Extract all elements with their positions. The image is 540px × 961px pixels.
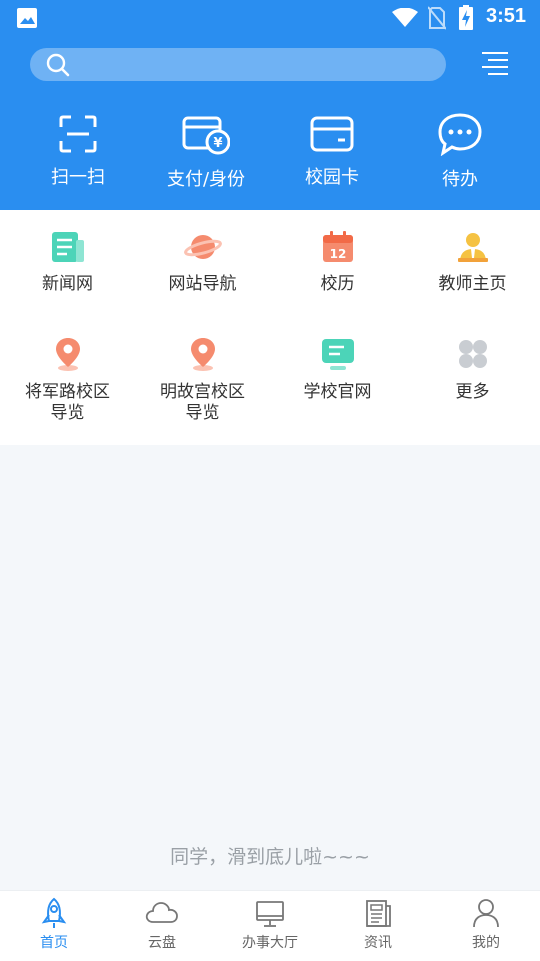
search-bar[interactable] [30,48,446,81]
grid-item-label: 教师主页 [438,274,507,294]
grid-item-minggugong-tour[interactable]: 明故宫校区 导览 [135,336,270,424]
tab-label: 首页 [40,935,68,951]
grid-item-news[interactable]: 新闻网 [0,230,135,295]
grid-item-label: 学校官网 [303,382,372,402]
quick-action-label: 支付/身份 [166,169,246,190]
scan-icon [59,115,97,153]
calendar-icon: 12 [322,231,353,262]
teacher-icon [457,233,488,262]
status-bar: 3:51 [0,0,540,36]
grid-item-label: 新闻网 [42,274,93,294]
location-pin-icon [190,338,215,371]
grid-item-label: 校历 [320,274,355,294]
tab-cloud-drive[interactable]: 云盘 [108,897,216,952]
user-icon [473,899,499,928]
tab-news[interactable]: 资讯 [324,897,432,952]
tab-label: 办事大厅 [242,935,298,951]
rocket-icon [41,897,67,928]
wallet-yen-icon: ¥ [182,116,230,155]
tab-mine[interactable]: 我的 [432,897,540,952]
tab-label: 我的 [472,935,500,951]
cloud-icon [145,902,178,923]
grid-item-site-nav[interactable]: 网站导航 [135,230,270,295]
status-time: 3:51 [485,5,526,27]
tab-service-hall[interactable]: 办事大厅 [216,897,324,952]
grid-item-official-site[interactable]: 学校官网 [270,336,405,403]
chat-bubble-icon [438,113,482,156]
tab-label: 云盘 [148,935,176,951]
search-icon [46,53,70,77]
tab-label: 资讯 [364,935,392,951]
location-pin-icon [55,338,80,371]
quick-action-todo[interactable]: 待办 [396,112,524,191]
grid-item-teacher-home[interactable]: 教师主页 [405,230,540,295]
quick-action-label: 校园卡 [305,167,359,188]
svg-text:¥: ¥ [213,136,222,151]
no-sim-icon [428,6,446,30]
end-of-list-note: 同学，滑到底儿啦~~~ [170,846,370,868]
grid-item-calendar[interactable]: 12 校历 [270,230,405,295]
grid-item-label: 更多 [455,382,490,402]
tab-home[interactable]: 首页 [0,897,108,952]
header: 3:51 扫一扫 ¥ 支付/身份 校园卡 待办 [0,0,540,210]
app-grid: 新闻网 网站导航 12 校历 教师主页 将军路校区 导览 明故宫校区 导览 学校… [0,210,540,445]
planet-icon [183,235,222,259]
calendar-day: 12 [329,247,346,261]
quick-action-scan[interactable]: 扫一扫 [14,114,142,189]
quick-action-campus-card[interactable]: 校园卡 [268,114,396,189]
grid-item-label: 将军路校区 导览 [25,382,110,423]
quick-action-label: 待办 [442,169,478,190]
desktop-icon [256,901,284,927]
menu-icon[interactable] [480,50,510,78]
battery-charging-icon [459,5,473,30]
bottom-tab-bar: 首页 云盘 办事大厅 资讯 我的 [0,890,540,961]
more-grid-icon [458,340,487,368]
quick-action-pay[interactable]: ¥ 支付/身份 [142,114,270,191]
card-icon [310,116,354,152]
grid-item-more[interactable]: 更多 [405,336,540,403]
image-notification-icon [17,8,37,28]
quick-action-label: 扫一扫 [51,167,105,188]
grid-item-jiangjunlu-tour[interactable]: 将军路校区 导览 [0,336,135,424]
grid-item-label: 明故宫校区 导览 [160,382,245,423]
monitor-icon [321,339,354,370]
grid-item-label: 网站导航 [168,274,237,294]
newspaper-icon [51,232,84,262]
news-icon [366,900,391,927]
wifi-icon [392,8,418,27]
